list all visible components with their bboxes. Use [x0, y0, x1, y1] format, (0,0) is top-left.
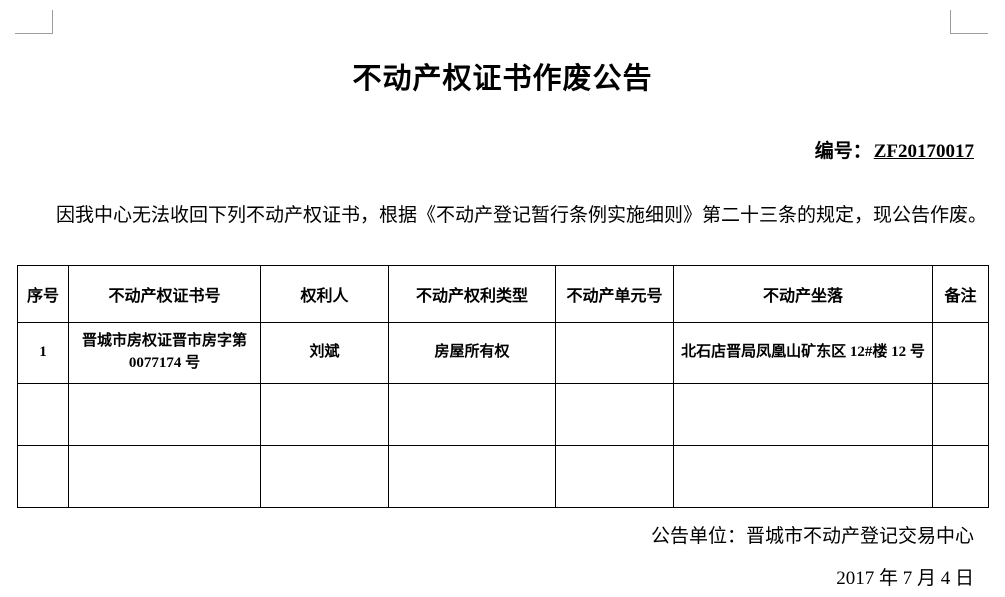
date-line: 2017 年 7 月 4 日 — [836, 568, 974, 589]
cell-seq: 1 — [17, 322, 69, 384]
crop-mark-horizontal-line — [15, 33, 53, 34]
cell-right-type: 房屋所有权 — [388, 322, 556, 384]
table-header-row: 序号 不动产权证书号 权利人 不动产权利类型 不动产单元号 不动产坐落 备注 — [17, 265, 989, 323]
cell-owner: 刘斌 — [260, 322, 389, 384]
column-header-unit-number: 不动产单元号 — [555, 265, 674, 323]
cell-right-type — [388, 383, 556, 446]
cell-unit-number — [555, 322, 674, 384]
certificate-table: 序号 不动产权证书号 权利人 不动产权利类型 不动产单元号 不动产坐落 备注 1… — [17, 265, 989, 508]
cell-note — [932, 383, 989, 446]
crop-mark-top-right-icon — [950, 10, 988, 34]
cell-note — [932, 445, 989, 508]
crop-mark-vertical-line — [52, 10, 53, 34]
cell-certificate-number — [68, 445, 261, 508]
cell-unit-number — [555, 383, 674, 446]
column-header-note: 备注 — [932, 265, 989, 323]
cell-right-type — [388, 445, 556, 508]
serial-number-label: 编号： — [814, 141, 872, 162]
column-header-seq: 序号 — [17, 265, 69, 323]
table-row: 1 晋城市房权证晋市房字第 0077174 号 刘斌 房屋所有权 北石店晋局凤凰… — [17, 322, 989, 384]
cell-seq — [17, 445, 69, 508]
cell-certificate-number — [68, 383, 261, 446]
cell-location — [673, 383, 933, 446]
column-header-right-type: 不动产权利类型 — [388, 265, 556, 323]
document-page: 不动产权证书作废公告 编号： ZF20170017 因我中心无法收回下列不动产权证… — [0, 0, 1005, 597]
column-header-owner: 权利人 — [260, 265, 389, 323]
table-body: 1 晋城市房权证晋市房字第 0077174 号 刘斌 房屋所有权 北石店晋局凤凰… — [17, 322, 989, 508]
serial-number-value: ZF20170017 — [873, 141, 974, 162]
column-header-certificate-number: 不动产权证书号 — [68, 265, 261, 323]
body-paragraph: 因我中心无法收回下列不动产权证书，根据《不动产登记暂行条例实施细则》第二十三条的… — [56, 205, 988, 226]
table-row — [17, 445, 989, 508]
cell-certificate-number: 晋城市房权证晋市房字第 0077174 号 — [68, 322, 261, 384]
cell-seq — [17, 383, 69, 446]
column-header-location: 不动产坐落 — [673, 265, 933, 323]
issuer-line: 公告单位：晋城市不动产登记交易中心 — [650, 526, 974, 547]
cell-owner — [260, 445, 389, 508]
table-header: 序号 不动产权证书号 权利人 不动产权利类型 不动产单元号 不动产坐落 备注 — [17, 265, 989, 323]
crop-mark-vertical-line — [950, 10, 951, 34]
serial-number: 编号： ZF20170017 — [815, 136, 974, 163]
crop-mark-horizontal-line — [950, 33, 988, 34]
cell-location — [673, 445, 933, 508]
cell-unit-number — [555, 445, 674, 508]
cell-owner — [260, 383, 389, 446]
table-row — [17, 383, 989, 446]
cell-location: 北石店晋局凤凰山矿东区 12#楼 12 号 — [673, 322, 933, 384]
page-title: 不动产权证书作废公告 — [352, 63, 653, 96]
cell-note — [932, 322, 989, 384]
crop-mark-top-left-icon — [15, 10, 53, 34]
